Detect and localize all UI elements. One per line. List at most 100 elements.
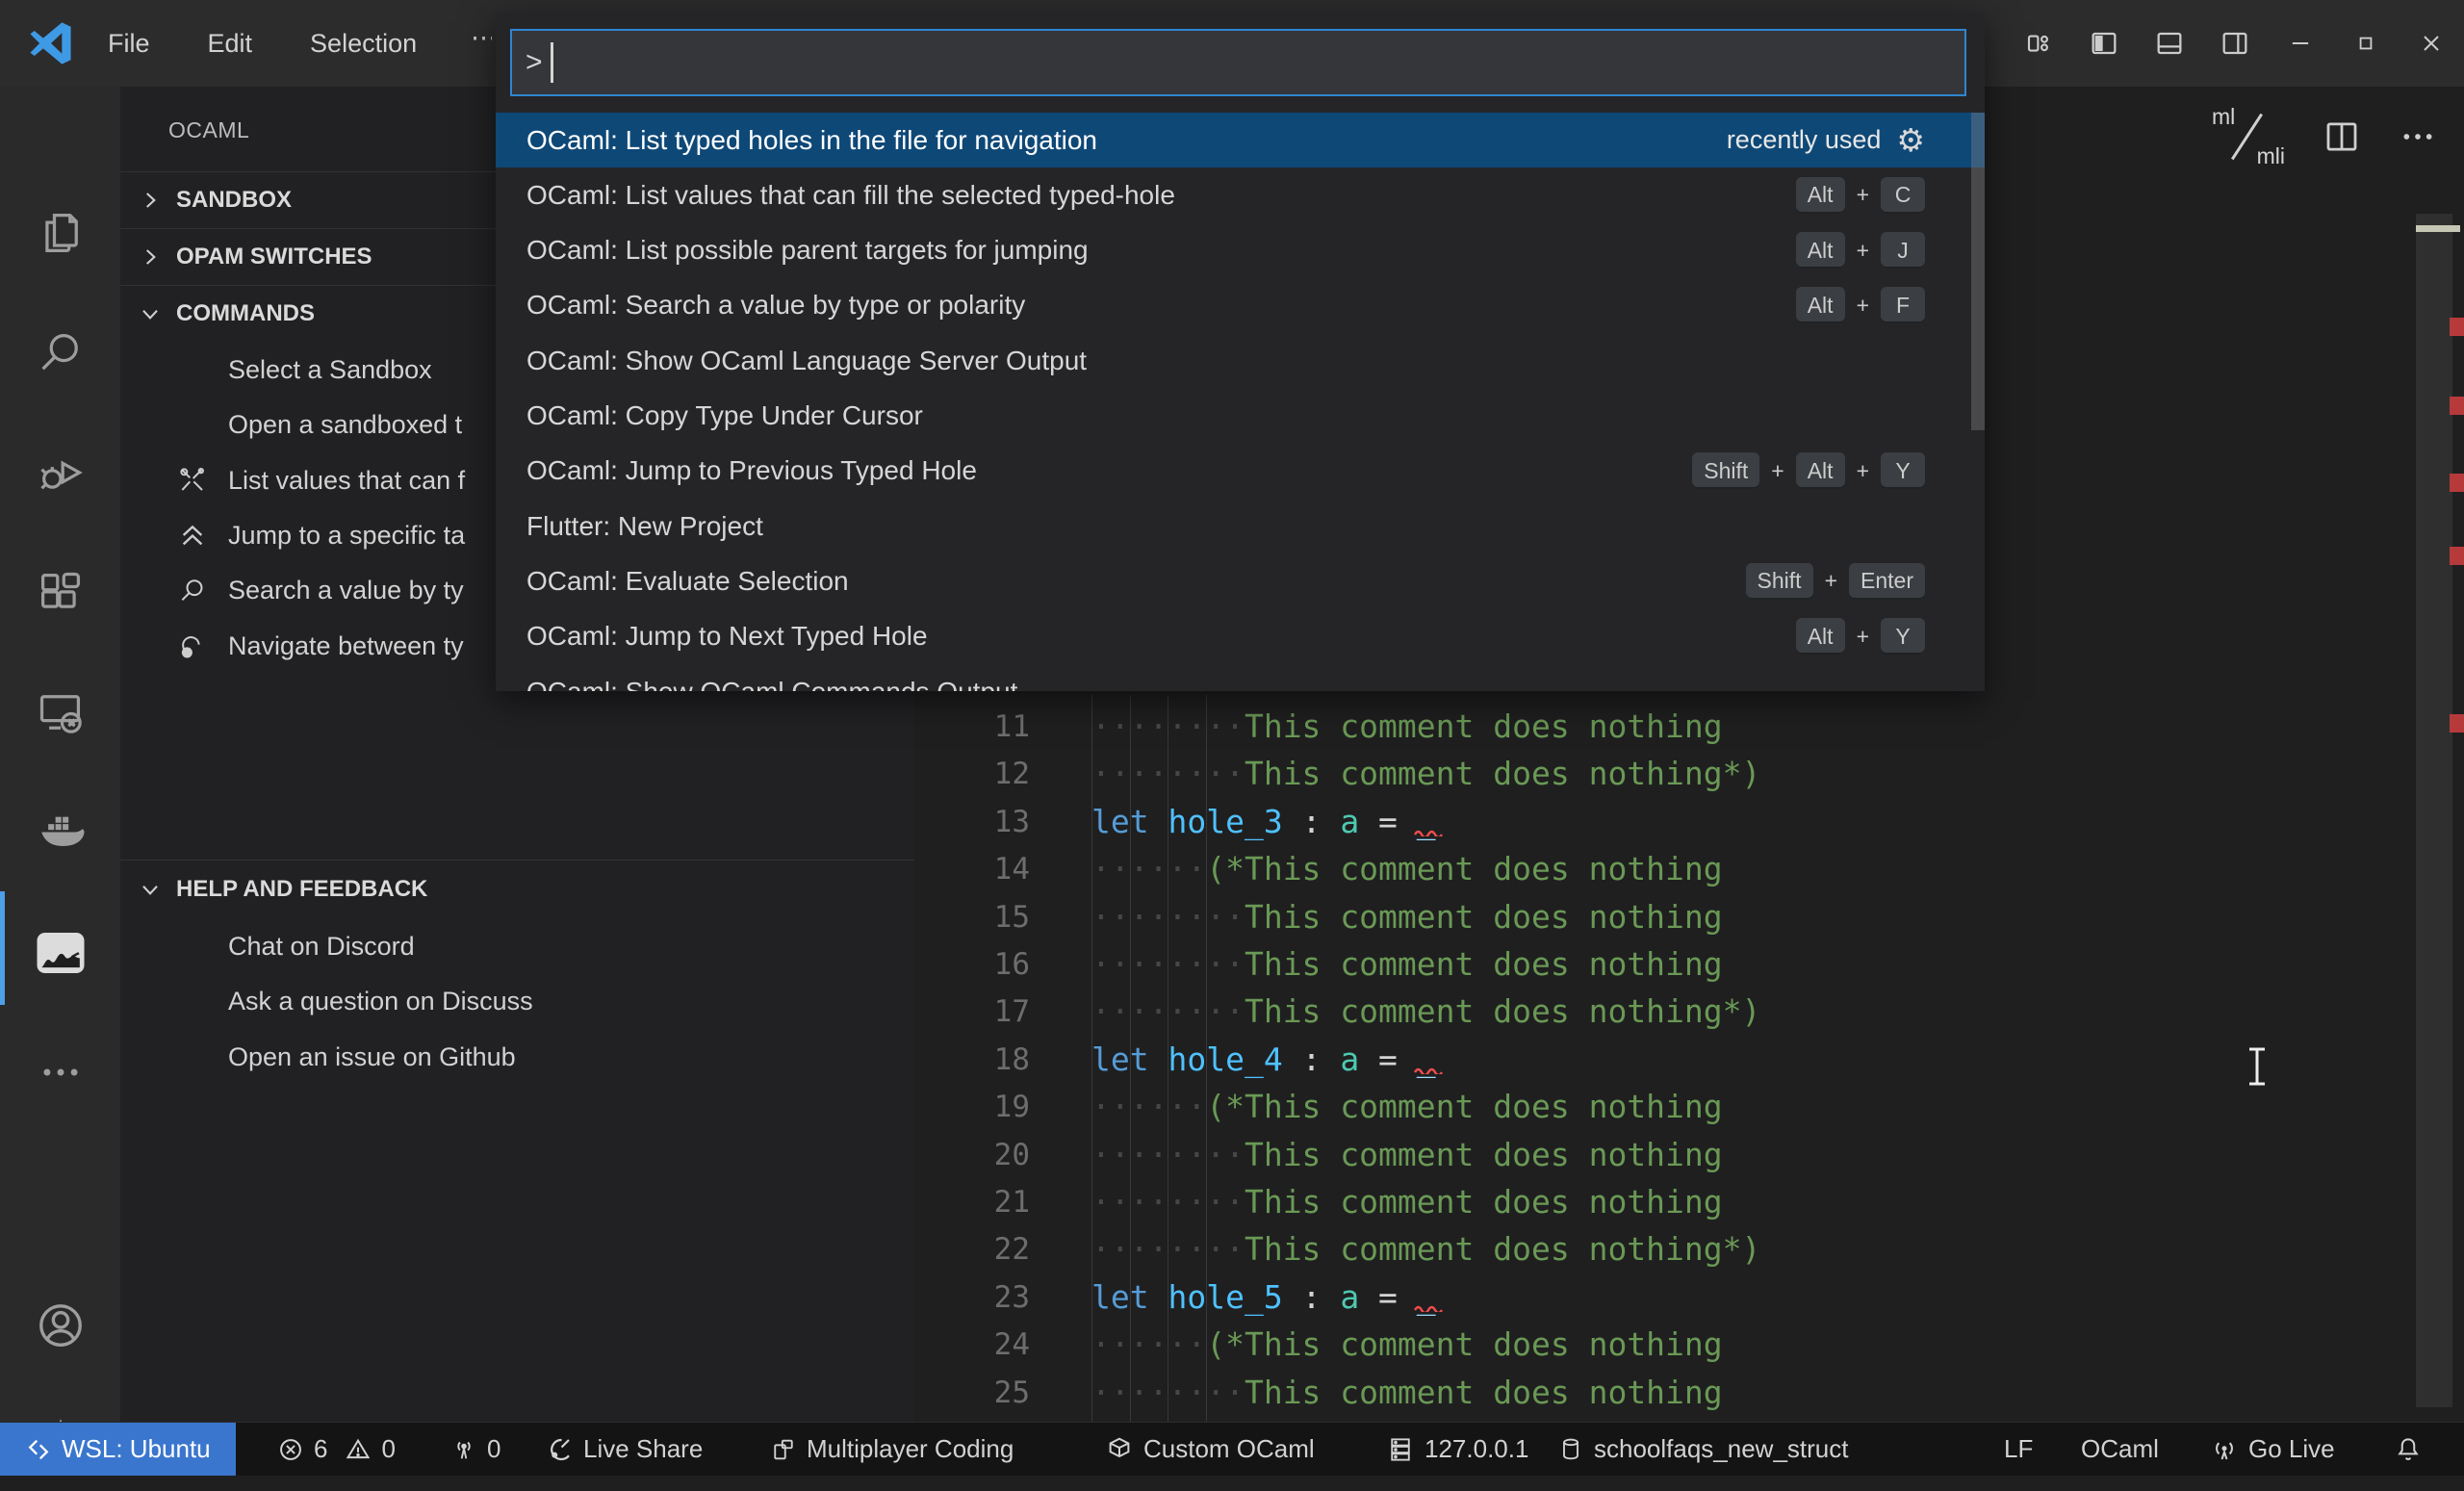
- code-line-15[interactable]: 15 ········This comment does nothing: [914, 893, 2464, 941]
- toggle-sidebar-icon[interactable]: [2071, 0, 2137, 87]
- menubar-overflow[interactable]: ⋯: [471, 23, 492, 53]
- palette-row-7[interactable]: OCaml: Jump to Previous Typed Hole Shift +…: [496, 444, 1985, 499]
- palette-row-5[interactable]: OCaml: Show OCaml Language Server Output: [496, 333, 1985, 388]
- notifications-bell[interactable]: [2394, 1423, 2423, 1476]
- command-palette-input[interactable]: >: [510, 29, 1966, 96]
- chevron-right-icon: [138, 244, 163, 270]
- ocaml-activity-icon[interactable]: [0, 891, 120, 1005]
- code-text: ······(*This comment does nothing: [1091, 1321, 1723, 1369]
- editor-toolbar: ml mli: [2210, 104, 2437, 168]
- search-activity-icon[interactable]: [0, 305, 120, 401]
- go-live-button[interactable]: Go Live: [2210, 1423, 2335, 1476]
- toggle-panel-icon[interactable]: [2137, 0, 2202, 87]
- palette-scrollbar[interactable]: [1971, 113, 1985, 430]
- code-line-14[interactable]: 14 ······(*This comment does nothing: [914, 845, 2464, 893]
- whitespace-dots: ········: [1091, 945, 1245, 983]
- code-line-19[interactable]: 19 ······(*This comment does nothing: [914, 1083, 2464, 1131]
- code-line-25[interactable]: 25 ········This comment does nothing: [914, 1369, 2464, 1417]
- palette-row-6[interactable]: OCaml: Copy Type Under Cursor: [496, 389, 1985, 444]
- multiplayer-coding-button[interactable]: Multiplayer Coding: [770, 1423, 1014, 1476]
- code-line-18[interactable]: 18 let hole_4 : a = _: [914, 1036, 2464, 1084]
- bell-icon: [2398, 1437, 2419, 1460]
- palette-row-11[interactable]: OCaml: Show OCaml Commands Output: [496, 664, 1985, 692]
- switch-ml-mli-icon[interactable]: ml mli: [2210, 104, 2285, 168]
- help-item-2[interactable]: Ask a question on Discuss: [120, 974, 914, 1029]
- line-number: 11: [993, 709, 1030, 744]
- error-mark: [2450, 318, 2464, 336]
- code-line-22[interactable]: 22 ········This comment does nothing*): [914, 1225, 2464, 1273]
- code-line-20[interactable]: 20 ········This comment does nothing: [914, 1131, 2464, 1179]
- code-line-11[interactable]: 11 ········This comment does nothing: [914, 703, 2464, 751]
- split-editor-icon[interactable]: [2322, 116, 2362, 157]
- live-share-icon: [551, 1438, 570, 1460]
- more-activity-icon[interactable]: [0, 1024, 120, 1120]
- code-line-21[interactable]: 21 ········This comment does nothing: [914, 1178, 2464, 1226]
- host-label: 127.0.0.1: [1424, 1434, 1529, 1463]
- whitespace-dots: ······: [1091, 850, 1207, 888]
- help-item-1[interactable]: Chat on Discord: [120, 919, 914, 974]
- keybinding-chip: Y: [1881, 618, 1925, 656]
- remote-explorer-activity-icon[interactable]: [0, 664, 120, 760]
- keybinding-chip: Alt: [1795, 176, 1845, 214]
- search-icon: [170, 576, 215, 606]
- palette-row-1[interactable]: OCaml: List typed holes in the file for …: [496, 113, 1985, 167]
- editor-scrollbar[interactable]: [2416, 214, 2452, 1407]
- menu-edit[interactable]: Edit: [200, 25, 261, 63]
- code-line-12[interactable]: 12 ········This comment does nothing*): [914, 750, 2464, 798]
- language-indicator[interactable]: OCaml: [2081, 1423, 2159, 1476]
- code-line-17[interactable]: 17 ········This comment does nothing*): [914, 988, 2464, 1036]
- maximize-icon[interactable]: [2333, 0, 2399, 87]
- customize-layout-icon[interactable]: [2006, 0, 2071, 87]
- eol-indicator[interactable]: LF: [2004, 1423, 2033, 1476]
- custom-ocaml-button[interactable]: Custom OCaml: [1105, 1423, 1315, 1476]
- binding-name: hole_5: [1168, 1277, 1283, 1316]
- whitespace-dots: ······: [1091, 1325, 1207, 1364]
- code-line-16[interactable]: 16 ········This comment does nothing: [914, 940, 2464, 989]
- close-icon[interactable]: [2399, 0, 2464, 87]
- palette-row-label: OCaml: Search a value by type or polarit…: [526, 290, 1026, 321]
- palette-row-2[interactable]: OCaml: List values that can fill the sel…: [496, 167, 1985, 222]
- warning-count: 0: [381, 1434, 396, 1463]
- minimize-icon[interactable]: [2268, 0, 2333, 87]
- host-indicator[interactable]: 127.0.0.1: [1386, 1423, 1528, 1476]
- comment-text: This comment does nothing*): [1244, 992, 1761, 1031]
- code-line-13[interactable]: 13 let hole_3 : a = _: [914, 798, 2464, 846]
- whitespace-dots: ········: [1091, 707, 1245, 745]
- menu-file[interactable]: File: [100, 25, 158, 63]
- palette-row-4[interactable]: OCaml: Search a value by type or polarit…: [496, 278, 1985, 333]
- code-line-23[interactable]: 23 let hole_5 : a = _: [914, 1273, 2464, 1322]
- extensions-activity-icon[interactable]: [0, 545, 120, 641]
- palette-row-9[interactable]: OCaml: Evaluate Selection Shift + Enter: [496, 553, 1985, 608]
- problems-indicator[interactable]: 6 0: [277, 1423, 396, 1476]
- account-activity-icon[interactable]: [0, 1277, 120, 1374]
- mouse-ibeam-cursor: [2246, 1047, 2268, 1086]
- help-item-3[interactable]: Open an issue on Github: [120, 1030, 914, 1085]
- configure-keybinding-gear-icon[interactable]: ⚙: [1896, 121, 1925, 159]
- ports-indicator[interactable]: 0: [450, 1423, 500, 1476]
- remote-indicator[interactable]: WSL: Ubuntu: [0, 1423, 236, 1476]
- code-line-24[interactable]: 24 ······(*This comment does nothing: [914, 1321, 2464, 1369]
- toggle-secondary-sidebar-icon[interactable]: [2202, 0, 2268, 87]
- keybinding-chip: Y: [1881, 452, 1925, 490]
- palette-row-3[interactable]: OCaml: List possible parent targets for …: [496, 223, 1985, 278]
- text-caret: [550, 42, 553, 83]
- plus-sign: +: [1771, 457, 1784, 483]
- section-help-and-feedback[interactable]: HELP AND FEEDBACK: [120, 861, 914, 917]
- run-debug-activity-icon[interactable]: [0, 424, 120, 521]
- explorer-activity-icon[interactable]: [0, 185, 120, 281]
- palette-row-10[interactable]: OCaml: Jump to Next Typed Hole Alt + Y: [496, 609, 1985, 664]
- workspace-db-indicator[interactable]: schoolfaqs_new_struct: [1557, 1423, 1848, 1476]
- docker-activity-icon[interactable]: [0, 784, 120, 881]
- plus-sign: +: [1856, 623, 1869, 649]
- live-share-button[interactable]: Live Share: [545, 1423, 703, 1476]
- line-number: 18: [993, 1041, 1030, 1077]
- line-number: 25: [993, 1375, 1030, 1410]
- menu-selection[interactable]: Selection: [302, 25, 424, 63]
- whitespace-dots: ········: [1091, 1135, 1245, 1173]
- mli-label: mli: [2256, 143, 2285, 168]
- more-actions-icon[interactable]: [2399, 117, 2437, 156]
- plus-sign: +: [1856, 457, 1869, 483]
- palette-row-8[interactable]: Flutter: New Project: [496, 499, 1985, 553]
- code-text: ········This comment does nothing: [1091, 703, 1723, 751]
- plus-sign: +: [1856, 182, 1869, 208]
